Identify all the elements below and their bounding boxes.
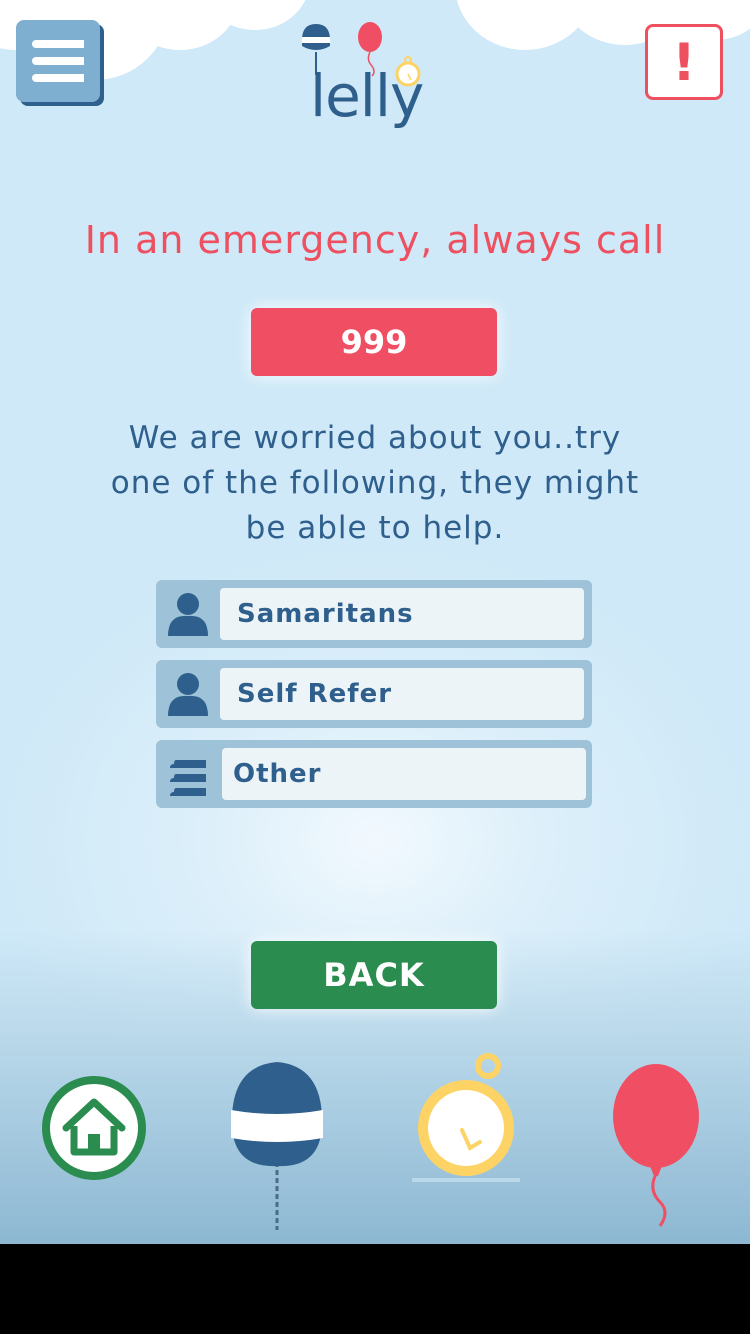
option-label: Samaritans xyxy=(220,588,584,640)
stopwatch-icon[interactable] xyxy=(412,1052,520,1182)
option-other[interactable]: Other xyxy=(156,740,592,808)
worried-message: We are worried about you..try one of the… xyxy=(110,420,640,546)
option-self-refer[interactable]: Self Refer xyxy=(156,660,592,728)
emergency-alert-button[interactable]: ! xyxy=(645,24,723,100)
logo-text: lelly xyxy=(310,62,424,130)
option-label: Other xyxy=(222,748,586,800)
menu-lines-icon xyxy=(170,760,206,796)
menu-icon xyxy=(32,40,84,48)
buoy-icon[interactable] xyxy=(228,1058,326,1234)
menu-icon-bar xyxy=(32,74,84,82)
emergency-heading: In an emergency, always call xyxy=(84,218,666,262)
back-button[interactable]: BACK xyxy=(251,941,497,1009)
app-screen: lelly ! In an emergency, always call 999… xyxy=(0,0,750,1244)
home-icon[interactable] xyxy=(40,1074,148,1182)
option-label: Self Refer xyxy=(220,668,584,720)
menu-button[interactable] xyxy=(16,20,100,102)
option-samaritans[interactable]: Samaritans xyxy=(156,580,592,648)
call-emergency-button[interactable]: 999 xyxy=(251,308,497,376)
person-icon xyxy=(168,673,208,716)
person-icon xyxy=(168,593,208,636)
menu-icon-bar xyxy=(32,57,84,65)
balloon-icon[interactable] xyxy=(610,1062,702,1228)
